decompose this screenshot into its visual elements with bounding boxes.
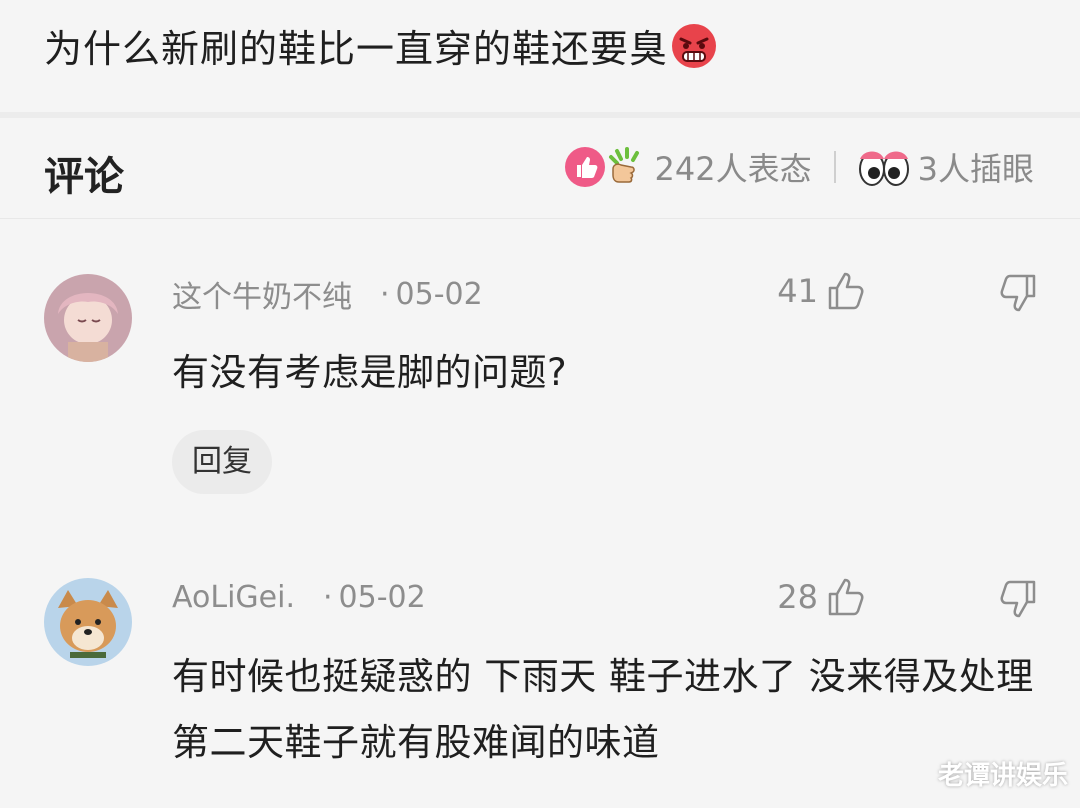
header-divider (0, 218, 1080, 219)
thumbs-up-icon (828, 272, 864, 310)
avatar[interactable] (44, 578, 132, 666)
comments-title: 评论 (44, 154, 124, 200)
eyes-icon (858, 145, 910, 189)
like-count: 41 (777, 272, 818, 310)
thumbs-down-icon[interactable] (998, 272, 1038, 314)
comment-text: 有没有考虑是脚的问题? (172, 351, 568, 394)
watermark: 老谭讲娱乐 (937, 761, 1068, 791)
meta-dot: · (380, 276, 390, 312)
meta-dot: · (322, 580, 333, 615)
applause-hand-icon (603, 145, 647, 189)
reactions-separator (833, 151, 836, 183)
username[interactable]: AoLiGei. (172, 580, 295, 615)
angry-face-icon (670, 22, 718, 70)
comment-item: AoLiGei. · 05-02 28 有时候也挺疑惑的 下雨天 鞋子进水了 没… (0, 562, 1080, 808)
thumbs-up-reaction-icon (563, 145, 607, 189)
comment-meta: AoLiGei. · 05-02 (172, 580, 426, 615)
comment-meta: 这个牛奶不纯 · 05-02 (172, 272, 483, 316)
post-text: 为什么新刷的鞋比一直穿的鞋还要臭 (44, 22, 718, 75)
username[interactable]: 这个牛奶不纯 (172, 272, 352, 316)
reply-button[interactable]: 回复 (172, 430, 272, 494)
comments-header: 评论 242人表态 3人插眼 (0, 118, 1080, 218)
avatar[interactable] (44, 274, 132, 362)
comment-item: 这个牛奶不纯 · 05-02 41 有没有考虑是脚的问题? 回复 (0, 258, 1080, 508)
like-control[interactable]: 28 (777, 576, 866, 618)
like-count: 28 (777, 578, 818, 616)
glance-count: 3人插眼 (917, 150, 1034, 188)
comment-date: 05-02 (395, 276, 483, 312)
comment-date: 05-02 (338, 580, 426, 615)
reaction-count: 242人表态 (654, 150, 812, 188)
thumbs-down-icon[interactable] (998, 578, 1038, 620)
comment-text: 有时候也挺疑惑的 下雨天 鞋子进水了 没来得及处理 第二天鞋子就有股难闻的味道 (172, 655, 1034, 764)
post-text-content: 为什么新刷的鞋比一直穿的鞋还要臭 (44, 27, 669, 71)
reactions-bar[interactable]: 242人表态 3人插眼 (563, 142, 1034, 192)
thumbs-up-icon (828, 578, 864, 616)
post-area: 为什么新刷的鞋比一直穿的鞋还要臭 (0, 0, 1080, 112)
like-control[interactable]: 41 (777, 270, 866, 312)
